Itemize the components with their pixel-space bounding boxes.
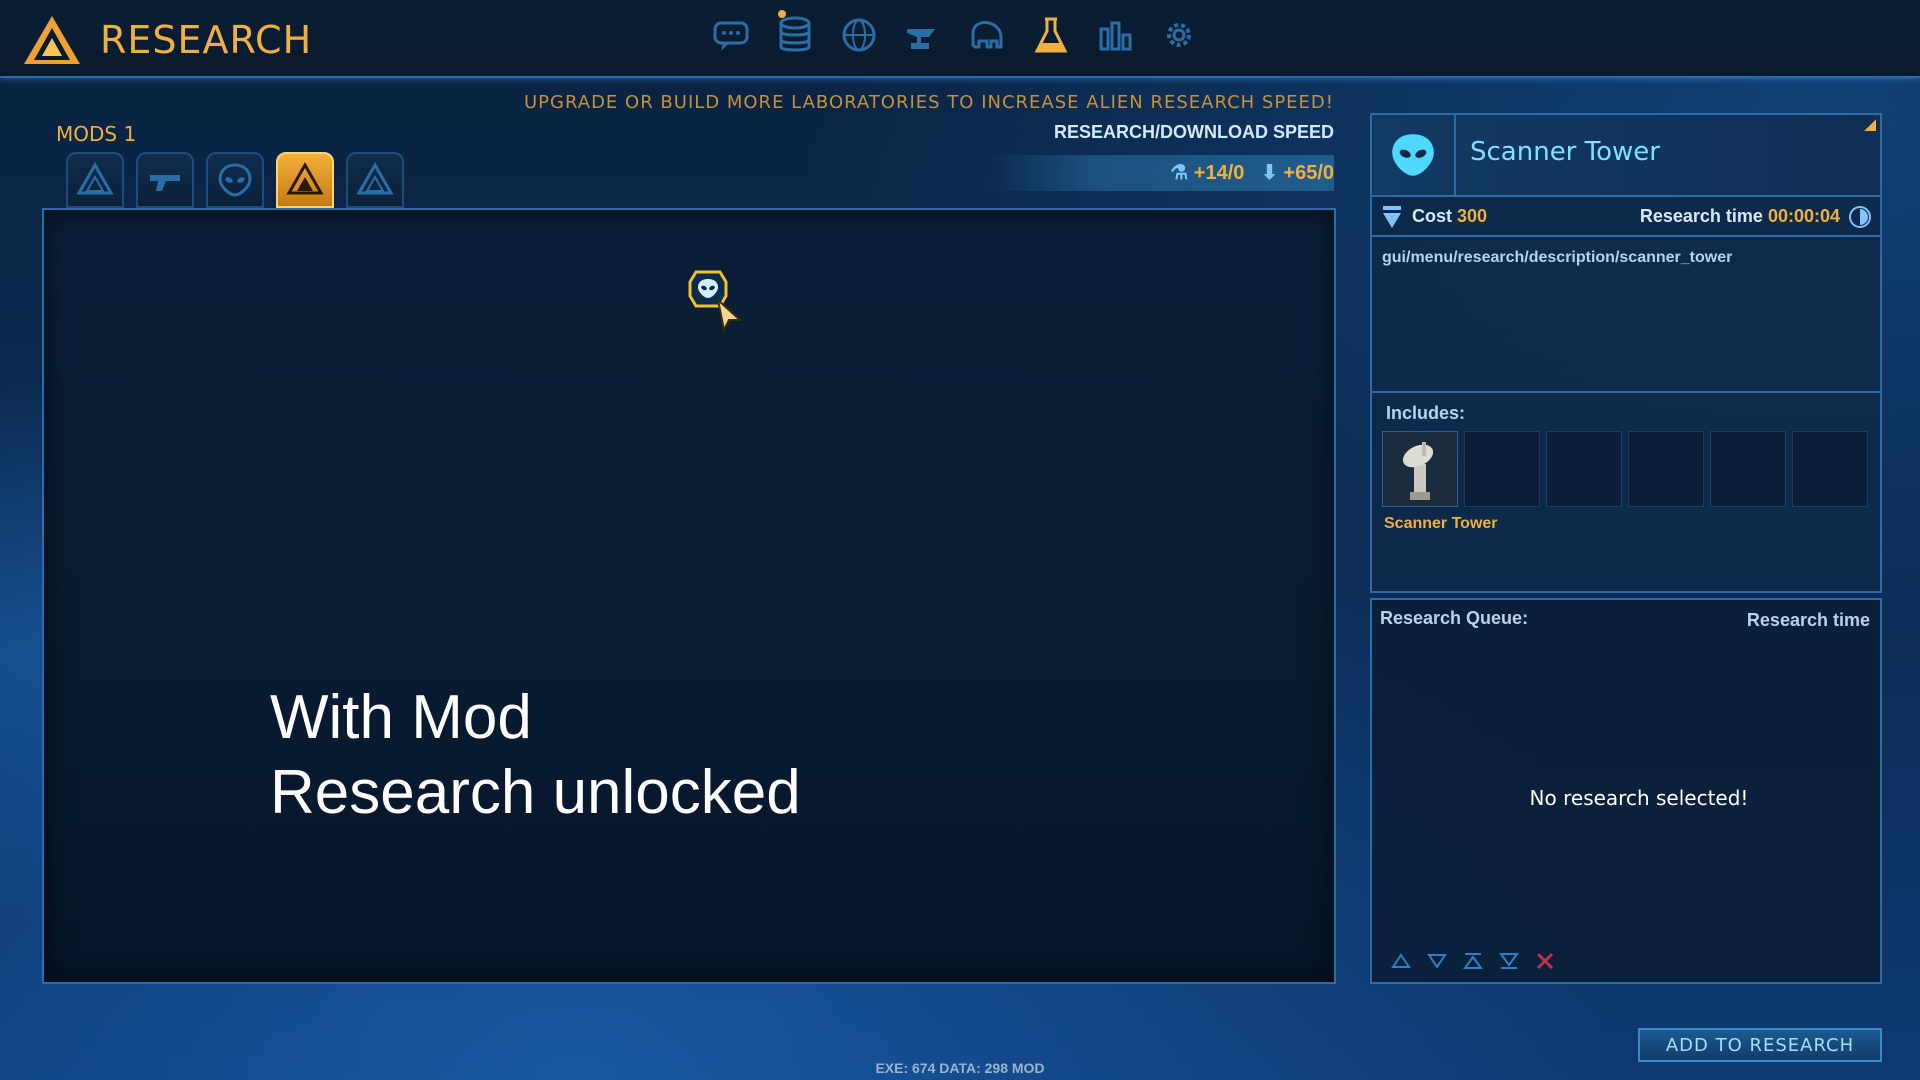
mod-logo-icon (76, 161, 114, 195)
notification-dot (778, 10, 786, 18)
flask-small-icon: ⚗ (1170, 162, 1189, 184)
download-speed-value: +65/0 (1283, 162, 1334, 184)
anvil-icon[interactable] (902, 12, 944, 58)
clock-icon (1849, 206, 1871, 228)
research-detail-panel: Scanner Tower Cost 300 Research time 00:… (1370, 113, 1882, 593)
move-bottom-button[interactable] (1498, 950, 1520, 972)
cost-value: 300 (1457, 206, 1488, 226)
divider (1372, 391, 1880, 393)
download-icon (1383, 206, 1401, 228)
cost-label: Cost 300 (1412, 206, 1487, 227)
gear-icon[interactable] (1158, 12, 1200, 58)
research-tree-panel[interactable]: With Mod Research unlocked (42, 208, 1336, 984)
add-to-research-button[interactable]: ADD TO RESEARCH (1638, 1028, 1882, 1062)
arrow-up-icon (1391, 953, 1411, 968)
move-top-button[interactable] (1462, 950, 1484, 972)
overlay-line-2: Research unlocked (270, 758, 801, 827)
include-slot-empty (1546, 431, 1622, 507)
database-icon[interactable] (774, 10, 816, 58)
description: gui/menu/research/description/scanner_to… (1382, 249, 1733, 266)
queue-toolbar (1390, 950, 1556, 972)
include-slot-empty (1464, 431, 1540, 507)
mod-tab-gun[interactable] (136, 152, 194, 208)
mods-label: MODS 1 (56, 122, 137, 146)
alien-icon (1392, 134, 1434, 176)
mod-tab-alien[interactable] (206, 152, 264, 208)
elephant-icon[interactable] (966, 12, 1008, 58)
include-slot-empty (1628, 431, 1704, 507)
research-speed-value: +14/0 (1193, 162, 1245, 184)
cost-row: Cost 300 Research time 00:00:04 (1372, 197, 1880, 237)
include-slot-empty (1710, 431, 1786, 507)
arrow-top-icon (1463, 953, 1483, 969)
stats-icon[interactable] (1094, 12, 1136, 58)
include-slot-scanner-tower[interactable] (1382, 431, 1458, 507)
speed-label: RESEARCH/DOWNLOAD SPEED (1053, 122, 1334, 142)
overlay-line-1: With Mod (270, 683, 532, 752)
flask-icon[interactable] (1030, 12, 1072, 58)
logo-icon (24, 16, 80, 64)
mod-tab-logo-1[interactable] (66, 152, 124, 208)
detail-title: Scanner Tower (1470, 137, 1660, 167)
close-icon (1536, 952, 1554, 970)
download-icon: ⬇ (1261, 162, 1278, 184)
speed-values: ⚗ +14/0 ⬇ +65/0 (1140, 160, 1334, 185)
arrow-bottom-icon (1499, 953, 1519, 969)
includes-label: Includes: (1386, 403, 1466, 423)
arrow-down-icon (1427, 954, 1447, 969)
mod-logo-icon (356, 161, 394, 195)
gun-icon (150, 175, 180, 191)
page-title: RESEARCH (100, 18, 313, 62)
move-down-button[interactable] (1426, 950, 1448, 972)
research-time-label: Research time (1639, 206, 1763, 226)
queue-title: Research Queue: (1380, 608, 1529, 628)
research-time-value: 00:00:04 (1767, 206, 1840, 226)
globe-icon[interactable] (838, 12, 880, 58)
research-hint: UPGRADE OR BUILD MORE LABORATORIES TO IN… (524, 92, 1334, 113)
move-up-button[interactable] (1390, 950, 1412, 972)
mod-tab-logo-2[interactable] (346, 152, 404, 208)
remove-button[interactable] (1534, 950, 1556, 972)
main-nav (710, 10, 1200, 64)
research-time: Research time 00:00:04 (1640, 206, 1840, 227)
version-footer: EXE: 674 DATA: 298 MOD (875, 1060, 1045, 1076)
mod-tab-logo-active[interactable] (276, 152, 334, 208)
chat-icon[interactable] (710, 12, 752, 58)
mouse-cursor-icon (716, 298, 743, 332)
queue-time-header: Research time (1746, 610, 1870, 630)
scanner-tower-icon (1402, 442, 1434, 500)
detail-icon-box (1372, 115, 1456, 195)
cost-label-text: Cost (1412, 206, 1452, 226)
research-queue-panel: Research Queue: Research time No researc… (1370, 598, 1882, 984)
queue-empty-message: No research selected! (1529, 786, 1749, 810)
corner-marker (1864, 119, 1876, 131)
overlay-caption: With Mod Research unlocked (270, 680, 801, 830)
alien-icon (218, 163, 252, 197)
include-item-name: Scanner Tower (1384, 515, 1498, 532)
detail-header: Scanner Tower (1372, 115, 1880, 197)
include-slot-empty (1792, 431, 1868, 507)
top-bar: RESEARCH (0, 0, 1920, 78)
mod-tabs (66, 152, 404, 208)
includes-slots (1382, 431, 1868, 507)
mod-logo-icon (286, 161, 324, 195)
